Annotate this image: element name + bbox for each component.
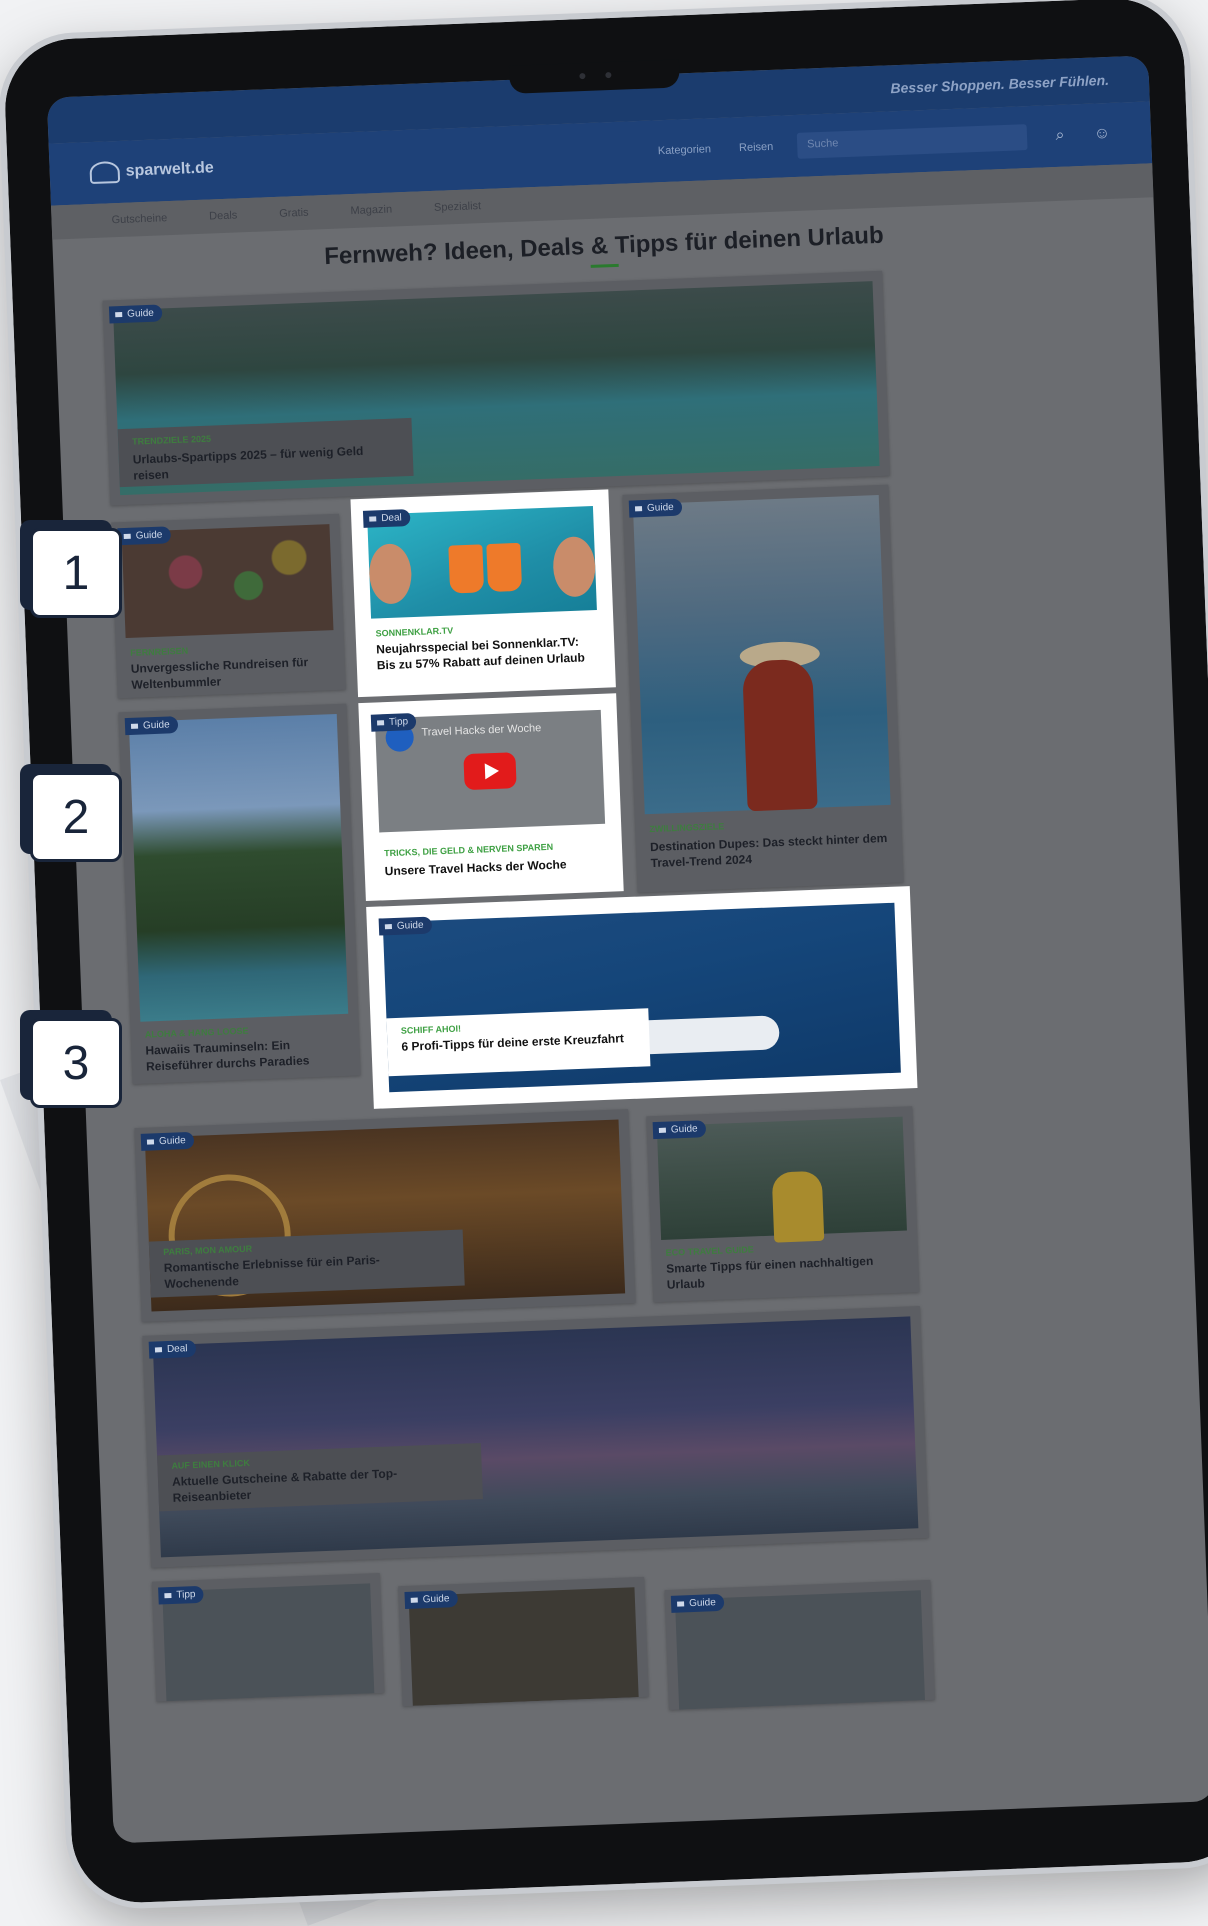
- card-headline: Hawaiis Trauminseln: Ein Reiseführer dur…: [145, 1038, 310, 1074]
- site-logo[interactable]: sparwelt.de: [89, 157, 215, 185]
- user-icon[interactable]: ☺: [1093, 125, 1112, 144]
- card-kicker: ZWILLINGSZIELE: [649, 821, 725, 835]
- card-badge: Tipp: [158, 1585, 204, 1605]
- card-kicker: PARIS, MON AMOUR: [163, 1243, 253, 1258]
- callout-2: 2: [20, 764, 124, 864]
- callout-3: 3: [20, 1010, 124, 1110]
- callout-number: 3: [30, 1018, 122, 1108]
- card-headline: Unsere Travel Hacks der Woche: [384, 857, 567, 879]
- youtube-play-icon[interactable]: [463, 752, 517, 791]
- callout-number: 1: [30, 528, 122, 618]
- card-headline: Unvergessliche Rundreisen für Weltenbumm…: [130, 655, 309, 692]
- callout-1: 1: [20, 520, 124, 620]
- blue-alley-image: [632, 495, 891, 815]
- card-eco[interactable]: Guide ECO TRAVEL GUIDE Smarte Tipps für …: [646, 1106, 920, 1303]
- card-hawaii[interactable]: Guide ALOHA & HANG LOOSE Hawaiis Traumin…: [118, 703, 361, 1085]
- card-badge: Tipp: [370, 712, 417, 732]
- card-kicker: ALOHA & HANG LOOSE: [144, 1025, 249, 1040]
- subnav-item-gratis[interactable]: Gratis: [279, 207, 309, 220]
- card-kicker: TRICKS, DIE GELD & NERVEN SPAREN: [383, 841, 554, 859]
- browser-screen: Besser Shoppen. Besser Fühlen. sparwelt.…: [46, 55, 1208, 1844]
- card-badge: Guide: [404, 1590, 458, 1610]
- card-kicker: FERNREISEN: [130, 645, 189, 658]
- search-icon[interactable]: ⌕: [1051, 126, 1070, 145]
- subnav-item-gutscheine[interactable]: Gutscheine: [111, 212, 167, 226]
- card-travel-hacks[interactable]: Travel Hacks der Woche Tipp TRICKS, DIE …: [364, 699, 618, 895]
- card-headline: Romantische Erlebnisse für ein Paris-Woc…: [163, 1252, 381, 1291]
- card-kicker: ECO TRAVEL GUIDE: [665, 1244, 754, 1258]
- hawaii-image: [128, 714, 349, 1022]
- cruise-ship: [628, 1015, 780, 1055]
- card-badge: Guide: [670, 1593, 725, 1613]
- card-cruise[interactable]: Guide SCHIFF AHOI! 6 Profi-Tipps für dei…: [372, 892, 912, 1103]
- card-vouchers[interactable]: Deal AUF EINEN KLICK Aktuelle Gutscheine…: [142, 1306, 929, 1568]
- card-headline: Neujahrsspecial bei Sonnenklar.TV: Bis z…: [375, 634, 586, 673]
- card-badge: Guide: [652, 1120, 706, 1140]
- title-underline: [590, 263, 619, 268]
- card-headline: 6 Profi-Tipps für deine erste Kreuzfahrt: [401, 1031, 625, 1054]
- sensor-icon: [605, 71, 612, 79]
- logo-icon: [89, 160, 121, 185]
- subnav-item-spezialist[interactable]: Spezialist: [434, 200, 482, 214]
- card-badge: Guide: [108, 304, 163, 324]
- card-paris[interactable]: Guide PARIS, MON AMOUR Romantische Erleb…: [134, 1109, 636, 1322]
- card-hero[interactable]: Guide TRENDZIELE 2025 Urlaubs-Spartipps …: [102, 270, 890, 506]
- card-badge: Deal: [148, 1339, 196, 1359]
- card-bottom-2[interactable]: Guide: [398, 1576, 649, 1707]
- camera-icon: [579, 72, 586, 80]
- card-badge: Guide: [140, 1131, 194, 1151]
- card-kicker: TRENDZIELE 2025: [131, 433, 212, 447]
- card-bottom-1[interactable]: Tipp: [151, 1572, 385, 1702]
- main-nav: Kategorien Reisen: [658, 141, 774, 157]
- card-headline: Urlaubs-Spartipps 2025 – für wenig Geld …: [132, 443, 364, 483]
- logo-text: sparwelt.de: [125, 159, 215, 180]
- tablet-device: Besser Shoppen. Besser Fühlen. sparwelt.…: [0, 0, 1208, 1912]
- card-kicker: AUF EINEN KLICK: [171, 1457, 251, 1471]
- card-kicker: SONNENKLAR.TV: [375, 625, 454, 639]
- card-badge: Deal: [362, 509, 411, 528]
- callout-number: 2: [30, 772, 122, 862]
- subnav-item-magazin[interactable]: Magazin: [350, 204, 392, 218]
- card-market[interactable]: Guide FERNREISEN Unvergessliche Rundreis…: [111, 513, 346, 699]
- card-headline: Destination Dupes: Das steckt hinter dem…: [649, 830, 888, 870]
- harbour-image: [152, 1316, 919, 1558]
- card-headline: Aktuelle Gutscheine & Rabatte der Top-Re…: [171, 1466, 398, 1505]
- nav-item-reisen[interactable]: Reisen: [739, 141, 774, 154]
- search-input[interactable]: Suche: [796, 124, 1028, 159]
- card-badge: Guide: [378, 916, 432, 936]
- card-badge: Guide: [628, 498, 683, 518]
- card-sonnenklar[interactable]: Deal SONNENKLAR.TV Neujahrsspecial bei S…: [356, 495, 610, 691]
- subnav-item-deals[interactable]: Deals: [209, 209, 238, 222]
- card-badge: Guide: [124, 716, 179, 736]
- site-tagline: Besser Shoppen. Besser Fühlen.: [890, 71, 1110, 97]
- card-badge: Guide: [117, 526, 171, 546]
- card-bottom-3[interactable]: Guide: [664, 1579, 935, 1710]
- video-title: Travel Hacks der Woche: [421, 722, 542, 739]
- card-kicker: SCHIFF AHOI!: [400, 1023, 462, 1036]
- card-headline: Smarte Tipps für einen nachhaltigen Urla…: [665, 1253, 874, 1292]
- card-dupes[interactable]: Guide ZWILLINGSZIELE Destination Dupes: …: [622, 484, 904, 893]
- nav-item-gutscheine[interactable]: Kategorien: [658, 143, 712, 157]
